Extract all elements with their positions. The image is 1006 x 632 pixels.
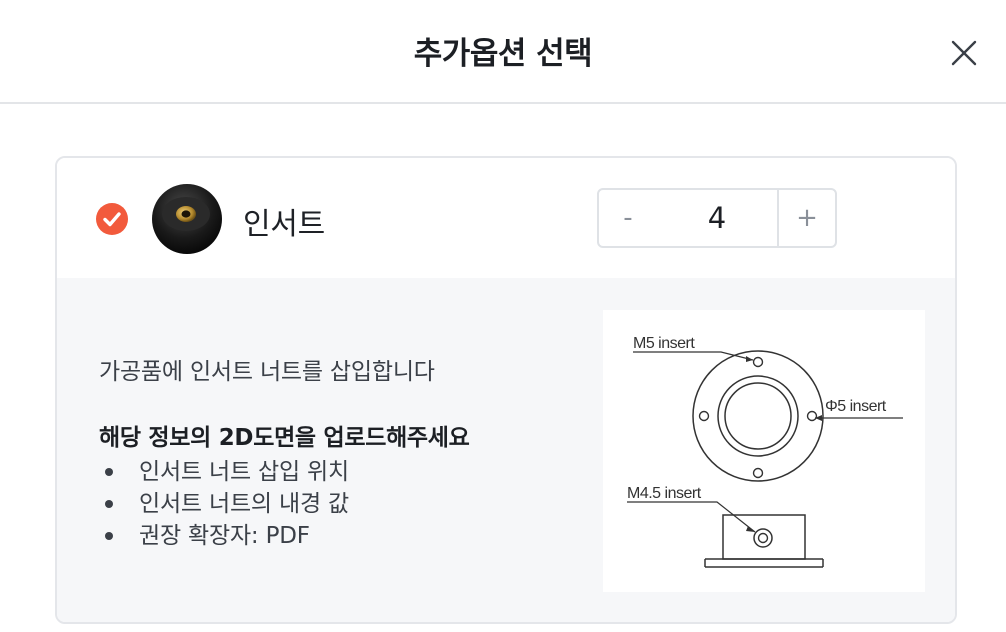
option-card: 인서트 - 4 + 가공품에 인서트 너트를 삽입합니다 해당 정보의 2D도면… <box>55 156 957 624</box>
quantity-stepper: - 4 + <box>597 188 837 248</box>
quantity-value[interactable]: 4 <box>657 190 777 246</box>
bullet-icon <box>105 468 113 476</box>
requirements-list: 인서트 너트 삽입 위치 인서트 너트의 내경 값 권장 확장자: PDF <box>99 456 349 552</box>
option-row: 인서트 - 4 + <box>57 158 955 278</box>
option-detail-panel: 가공품에 인서트 너트를 삽입합니다 해당 정보의 2D도면을 업로드해주세요 … <box>57 278 955 622</box>
list-item: 인서트 너트 삽입 위치 <box>99 456 349 488</box>
diagram-label-phi5: Φ5 insert <box>825 398 887 415</box>
quantity-increase-button[interactable]: + <box>777 190 835 246</box>
quantity-decrease-button[interactable]: - <box>599 190 657 246</box>
close-icon <box>951 40 977 66</box>
requirement-text: 인서트 너트 삽입 위치 <box>139 459 349 485</box>
option-name: 인서트 <box>243 207 325 242</box>
upload-instruction-heading: 해당 정보의 2D도면을 업로드해주세요 <box>99 425 470 451</box>
diagram-label-m5: M5 insert <box>633 335 695 352</box>
product-thumbnail <box>152 184 222 254</box>
bullet-icon <box>105 500 113 508</box>
insert-diagram: M5 insert Φ5 insert M4.5 insert <box>603 310 925 592</box>
modal-title: 추가옵션 선택 <box>413 36 593 72</box>
close-button[interactable] <box>944 33 984 73</box>
requirement-text: 인서트 너트의 내경 값 <box>139 491 349 517</box>
requirement-text: 권장 확장자: PDF <box>139 523 310 549</box>
diagram-label-m45: M4.5 insert <box>627 485 702 502</box>
list-item: 권장 확장자: PDF <box>99 520 349 552</box>
list-item: 인서트 너트의 내경 값 <box>99 488 349 520</box>
modal-header: 추가옵션 선택 <box>0 0 1006 104</box>
check-circle-icon[interactable] <box>96 203 128 235</box>
option-description: 가공품에 인서트 너트를 삽입합니다 <box>99 359 435 385</box>
bullet-icon <box>105 532 113 540</box>
